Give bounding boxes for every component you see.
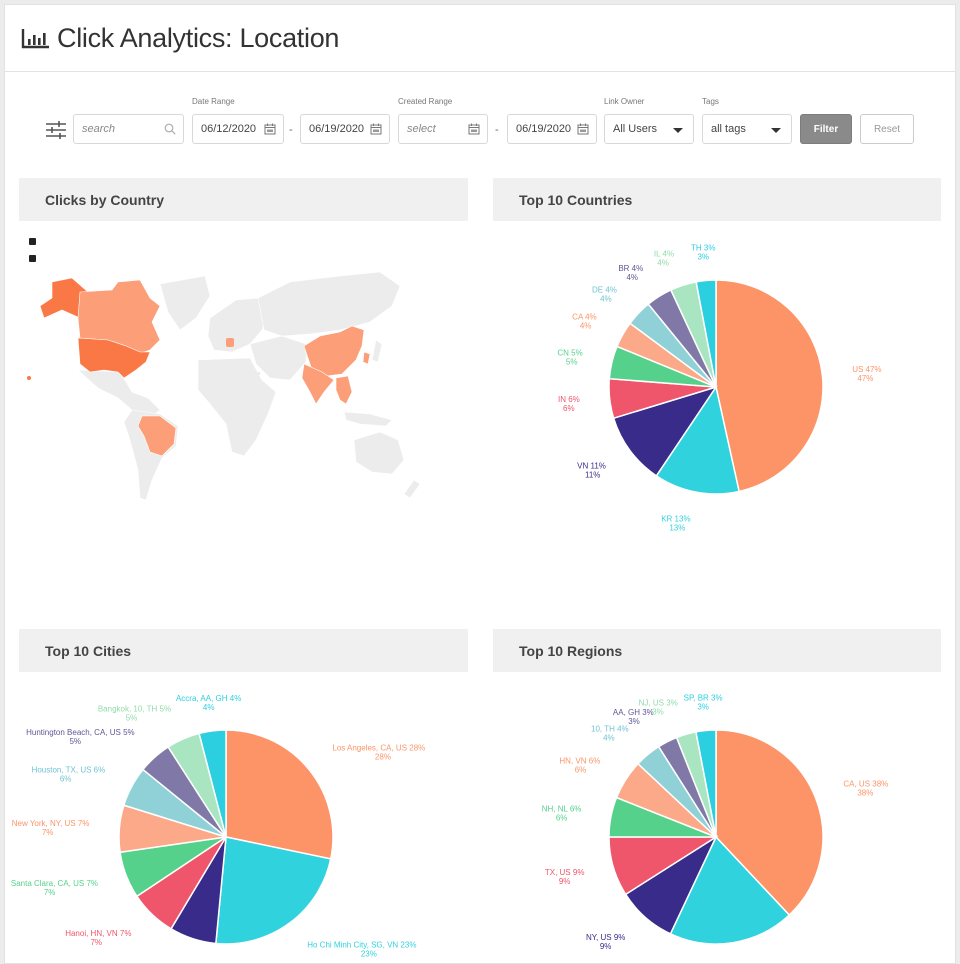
pie-value-label: 3% [652, 707, 664, 716]
pie-label: Los Angeles, CA, US 28% [332, 744, 425, 753]
pie-label: CA 4% [572, 313, 596, 322]
map-country-new-zealand[interactable] [403, 479, 421, 499]
pie-value-label: 5% [566, 357, 578, 366]
pie-value-label: 7% [42, 828, 54, 837]
charts-layer: US 47%47%KR 13%13%VN 11%11%IN 6%6%CN 5%5… [11, 244, 889, 959]
pie-value-label: 3% [697, 703, 709, 712]
pie-value-label: 23% [361, 949, 377, 958]
pie-label: 10, TH 4% [591, 724, 629, 733]
pie-label: New York, NY, US 7% [12, 819, 90, 828]
pie-label: Ho Chi Minh City, SG, VN 23% [307, 940, 416, 949]
pie-value-label: 4% [657, 259, 669, 268]
pie-value-label: 4% [600, 294, 612, 303]
pie-value-label: 7% [44, 888, 56, 897]
pie-label: Accra, AA, GH 4% [176, 694, 241, 703]
map-country-indonesia[interactable] [343, 411, 393, 427]
pie-value-label: 47% [857, 374, 873, 383]
pie-value-label: 5% [126, 713, 138, 722]
world-map [27, 271, 421, 501]
pie-label: TX, US 9% [545, 868, 585, 877]
pie-label: TH 3% [691, 244, 715, 253]
pie-value-label: 9% [600, 942, 612, 951]
pie-value-label: 9% [559, 877, 571, 886]
pie-label: Houston, TX, US 6% [32, 765, 106, 774]
pie-label: NY, US 9% [586, 933, 625, 942]
pie-value-label: 7% [90, 938, 102, 947]
pie-label: SP, BR 3% [684, 694, 723, 703]
pie-value-label: 6% [556, 813, 568, 822]
map-country-us-hawaii[interactable] [27, 376, 31, 380]
pie-value-label: 5% [69, 737, 81, 746]
pie-top-countries: US 47%47% KR 13%13% VN 11%11% IN 6%6% CN 5%5… [557, 244, 881, 533]
map-country-australia[interactable] [353, 431, 405, 475]
pie-value-label: 28% [375, 753, 391, 762]
pie-label: AA, GH 3% [613, 708, 654, 717]
pie-value-label: 4% [603, 733, 615, 742]
pie-label: IN 6% [558, 395, 580, 404]
pie-label: CA, US 38% [843, 780, 888, 789]
pie-label: Hanoi, HN, VN 7% [65, 929, 131, 938]
pie-top-cities: Los Angeles, CA, US 28%28% Ho Chi Minh Ci… [11, 694, 425, 958]
pie-value-label: 4% [203, 703, 215, 712]
pie-label: KR 13% [661, 515, 690, 524]
pie-value-label: 38% [857, 789, 873, 798]
pie-value-label: 4% [580, 322, 592, 331]
pie-value-label: 3% [628, 717, 640, 726]
pie-label: IL 4% [654, 250, 674, 259]
pie-label: VN 11% [577, 462, 606, 471]
pie-value-label: 11% [585, 471, 600, 480]
pie-slice[interactable] [225, 729, 334, 860]
pie-label: NJ, US 3% [639, 698, 678, 707]
pie-label: HN, VN 6% [559, 757, 600, 766]
pie-label: CN 5% [557, 348, 582, 357]
pie-value-label: 13% [669, 524, 685, 533]
pie-label: Huntington Beach, CA, US 5% [26, 728, 135, 737]
pie-value-label: 3% [697, 253, 709, 262]
map-country-japan[interactable] [371, 339, 383, 363]
pie-value-label: 6% [575, 766, 587, 775]
map-country-greenland[interactable] [159, 275, 211, 331]
pie-label: DE 4% [592, 285, 617, 294]
map-country-korea[interactable] [362, 351, 371, 365]
pie-label: Bangkok, 10, TH 5% [98, 704, 171, 713]
pie-top-regions: CA, US 38%38%NY, US 9%9%TX, US 9%9%NH, N… [542, 694, 889, 951]
map-country-mexico[interactable] [77, 369, 161, 419]
map-country-vietnam-thailand[interactable] [335, 375, 353, 405]
pie-label: US 47% [852, 365, 881, 374]
pie-label: BR 4% [618, 264, 643, 273]
map-country-russia[interactable] [257, 271, 401, 337]
map-country-germany[interactable] [226, 338, 234, 347]
pie-value-label: 6% [60, 774, 72, 783]
pie-value-label: 4% [626, 273, 638, 282]
pie-value-label: 6% [563, 404, 575, 413]
pie-label: NH, NL 6% [542, 804, 582, 813]
pie-label: Santa Clara, CA, US 7% [11, 879, 98, 888]
